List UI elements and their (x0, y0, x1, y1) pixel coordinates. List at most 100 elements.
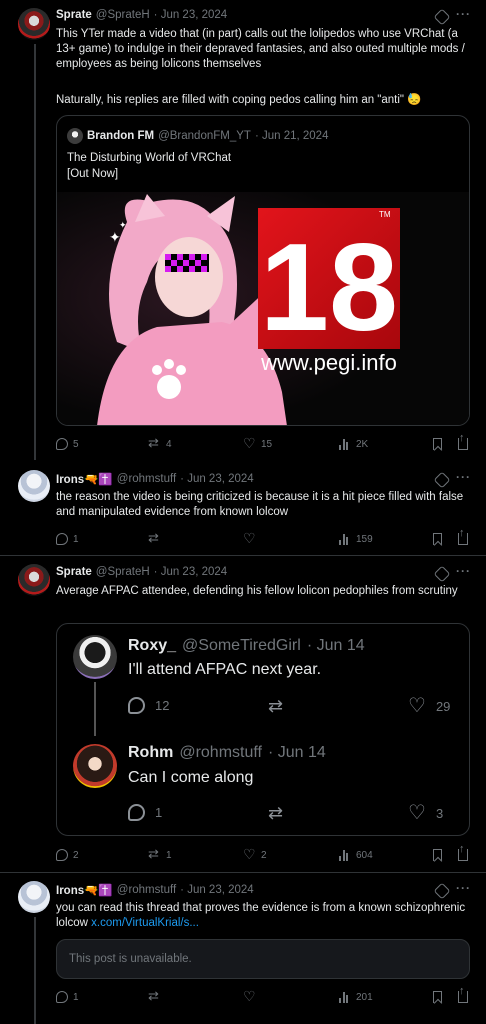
tweet-date[interactable]: · Jun 23, 2024 (180, 473, 254, 485)
thread-link[interactable]: x.com/VirtualKrial/s... (91, 917, 199, 929)
like-count: 2 (261, 849, 267, 861)
like-button[interactable] (243, 530, 256, 547)
embed-like-count-1: 29 (435, 698, 451, 714)
tweet-text: the reason the video is being criticized… (56, 491, 464, 518)
views-button[interactable]: 604 (339, 847, 373, 863)
embedded-tweet-image[interactable]: Roxy_ @SomeTiredGirl · Jun 14 I'll atten… (56, 623, 470, 836)
tweet-text: Average AFPAC attendee, defending his fe… (56, 585, 458, 597)
avatar[interactable] (18, 470, 50, 502)
embed-reply-count-1: 12 (155, 698, 170, 713)
quote-avatar (67, 128, 83, 144)
quote-date: · Jun 21, 2024 (254, 130, 329, 142)
avatar[interactable] (18, 881, 50, 913)
tweet-header: Sprate @SprateH · Jun 23, 2024 (56, 9, 227, 21)
grok-icon[interactable] (433, 882, 451, 900)
bookmark-icon (433, 438, 442, 450)
like-button[interactable] (243, 988, 256, 1005)
share-button[interactable] (458, 432, 468, 452)
bookmark-button[interactable] (433, 531, 442, 547)
author-handle[interactable]: @rohmstuff (117, 884, 176, 896)
bookmark-icon (433, 849, 442, 861)
repost-icon (148, 435, 161, 451)
tweet-date[interactable]: · Jun 23, 2024 (180, 884, 254, 896)
author-name[interactable]: Sprate (56, 9, 92, 21)
quote-media-image[interactable]: ✦ ✦ 18 TM www.pegi.info (57, 192, 469, 425)
avatar[interactable] (18, 8, 50, 40)
reply-count: 2 (73, 849, 79, 861)
embed-date-1: · Jun 14 (306, 637, 365, 654)
share-icon (458, 432, 468, 450)
tweet-sprate-2[interactable]: Sprate @SprateH · Jun 23, 2024 ··· Avera… (0, 556, 486, 872)
share-button[interactable] (458, 985, 468, 1005)
views-count: 159 (356, 533, 373, 545)
more-icon[interactable]: ··· (456, 881, 471, 895)
views-button[interactable]: 159 (339, 531, 373, 547)
unavailable-post: This post is unavailable. (56, 939, 470, 979)
share-icon (458, 985, 468, 1003)
repost-button[interactable]: 1 (148, 846, 172, 863)
quote-header: Brandon FM @BrandonFM_YT · Jun 21, 2024 (67, 128, 328, 144)
grok-icon[interactable] (433, 565, 451, 583)
tweet-date[interactable]: · Jun 23, 2024 (154, 9, 228, 21)
more-icon[interactable]: ··· (456, 564, 471, 578)
repost-icon (148, 530, 161, 546)
tweet-text-2: Naturally, his replies are filled with c… (56, 94, 422, 106)
bookmark-button[interactable] (433, 847, 442, 863)
like-button[interactable]: 15 (243, 435, 272, 452)
repost-count: 1 (166, 849, 172, 861)
tweet-sprate-1[interactable]: Sprate @SprateH · Jun 23, 2024 ··· This … (0, 0, 486, 460)
views-count: 604 (356, 849, 373, 861)
avatar[interactable] (18, 564, 50, 596)
repost-button[interactable] (148, 530, 161, 547)
quote-line-1: The Disturbing World of VRChat (67, 152, 232, 164)
bookmark-button[interactable] (433, 989, 442, 1005)
more-icon[interactable]: ··· (456, 7, 471, 21)
reply-icon (56, 849, 68, 861)
thread-line (34, 44, 36, 460)
reply-count: 5 (73, 438, 79, 450)
bookmark-button[interactable] (433, 436, 442, 452)
reply-button[interactable]: 1 (56, 989, 79, 1005)
reply-count: 1 (73, 991, 79, 1003)
reply-button[interactable]: 2 (56, 847, 79, 863)
like-icon (243, 988, 256, 1005)
author-name[interactable]: Sprate (56, 566, 92, 578)
tweet-header: Irons🔫✝️ @rohmstuff · Jun 23, 2024 (56, 472, 254, 486)
repost-icon (148, 988, 161, 1004)
views-button[interactable]: 201 (339, 989, 373, 1005)
embed-text-1: I'll attend AFPAC next year. (128, 661, 322, 678)
share-button[interactable] (458, 527, 468, 547)
grok-icon[interactable] (433, 8, 451, 26)
views-button[interactable]: 2K (339, 436, 368, 452)
grok-icon[interactable] (433, 471, 451, 489)
author-name[interactable]: Irons🔫✝️ (56, 472, 113, 486)
embed-date-2: · Jun 14 (267, 744, 326, 761)
author-handle[interactable]: @SprateH (96, 566, 150, 578)
repost-count: 4 (166, 438, 172, 450)
author-name[interactable]: Irons🔫✝️ (56, 883, 113, 897)
tweet-date[interactable]: · Jun 23, 2024 (154, 566, 228, 578)
tweet-irons-2[interactable]: Irons🔫✝️ @rohmstuff · Jun 23, 2024 ··· y… (0, 873, 486, 1024)
share-button[interactable] (458, 843, 468, 863)
bookmark-icon (433, 991, 442, 1003)
censor-bar (165, 254, 209, 272)
tweet-text: you can read this thread that proves the… (56, 901, 471, 931)
repost-button[interactable] (148, 988, 161, 1005)
embed-handle-1: @SomeTiredGirl (182, 637, 301, 654)
more-icon[interactable]: ··· (456, 470, 471, 484)
reply-button[interactable]: 5 (56, 436, 79, 452)
embed-handle-2: @rohmstuff (179, 744, 262, 761)
tweet-irons-1[interactable]: Irons🔫✝️ @rohmstuff · Jun 23, 2024 ··· t… (0, 460, 486, 555)
embed-reply-icon (128, 697, 145, 714)
reply-button[interactable]: 1 (56, 531, 79, 547)
reply-icon (56, 438, 68, 450)
like-button[interactable]: 2 (243, 846, 267, 863)
author-handle[interactable]: @rohmstuff (117, 473, 176, 485)
tweet-header: Sprate @SprateH · Jun 23, 2024 (56, 566, 227, 578)
quoted-tweet[interactable]: Brandon FM @BrandonFM_YT · Jun 21, 2024 … (56, 115, 470, 426)
embed-thread-line (94, 682, 96, 736)
repost-button[interactable]: 4 (148, 435, 172, 452)
embed-header-2: Rohm @rohmstuff · Jun 14 (128, 744, 326, 762)
author-handle[interactable]: @SprateH (96, 9, 150, 21)
tweet-actions: 2 1 2 604 (56, 843, 471, 863)
